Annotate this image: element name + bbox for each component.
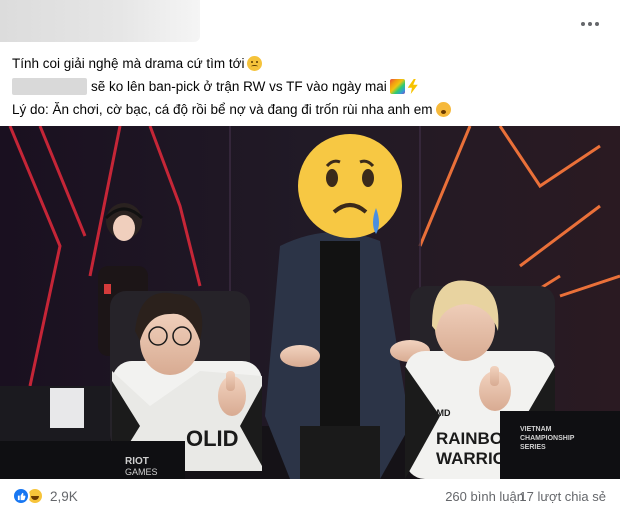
monitor-right-text-3: SERIES xyxy=(520,444,546,451)
monitor-left: RIOT GAMES xyxy=(0,441,185,479)
more-options-icon[interactable] xyxy=(578,14,602,34)
worried-face-emoji xyxy=(435,102,451,117)
post-footer: 2,9K 260 bình luận 17 lượt chia sẻ xyxy=(0,479,620,513)
jersey-text-right-1: RAINBO xyxy=(436,429,503,448)
lightning-emoji xyxy=(407,79,418,94)
post-line-3: Lý do: Ăn chơi, cờ bạc, cá độ rồi bể nợ … xyxy=(12,98,612,121)
post-text-line-3: Lý do: Ăn chơi, cờ bạc, cá độ rồi bể nợ … xyxy=(12,102,433,117)
comments-count[interactable]: 260 bình luận xyxy=(445,489,524,504)
post-text-line-1: Tính coi giải nghệ mà drama cứ tìm tới xyxy=(12,56,245,71)
sad-tear-emoji-sticker xyxy=(298,134,402,238)
monitor-right: VIETNAM CHAMPIONSHIP SERIES xyxy=(500,411,620,479)
rainbow-emoji xyxy=(389,79,405,94)
reaction-count: 2,9K xyxy=(50,488,78,504)
post-line-1: Tính coi giải nghệ mà drama cứ tìm tới xyxy=(12,52,612,75)
post-text-line-2: sẽ ko lên ban-pick ở trận RW vs TF vào n… xyxy=(91,79,387,94)
white-box xyxy=(50,388,84,428)
sponsor-text: AMD xyxy=(430,408,451,418)
like-reaction-icon xyxy=(12,487,30,505)
post-body: Tính coi giải nghệ mà drama cứ tìm tới s… xyxy=(12,52,612,121)
sad-face-emoji xyxy=(247,56,263,71)
shares-count[interactable]: 17 lượt chia sẻ xyxy=(519,489,606,504)
post-header xyxy=(0,0,620,46)
blurred-mention[interactable] xyxy=(12,78,87,95)
monitor-right-text-2: CHAMPIONSHIP xyxy=(520,435,575,442)
blurred-author-area xyxy=(0,0,200,42)
post-photo[interactable]: OLID AMD RAINBO WARRIOR RIOT GAMES VIETN… xyxy=(0,126,620,479)
monitor-right-text-1: VIETNAM xyxy=(520,426,552,433)
monitor-left-text-1: RIOT xyxy=(125,456,149,467)
post-line-2: sẽ ko lên ban-pick ở trận RW vs TF vào n… xyxy=(12,75,612,98)
reactions-summary[interactable]: 2,9K xyxy=(12,487,78,505)
jersey-text-left: OLID xyxy=(186,426,239,451)
monitor-left-text-2: GAMES xyxy=(125,467,158,477)
